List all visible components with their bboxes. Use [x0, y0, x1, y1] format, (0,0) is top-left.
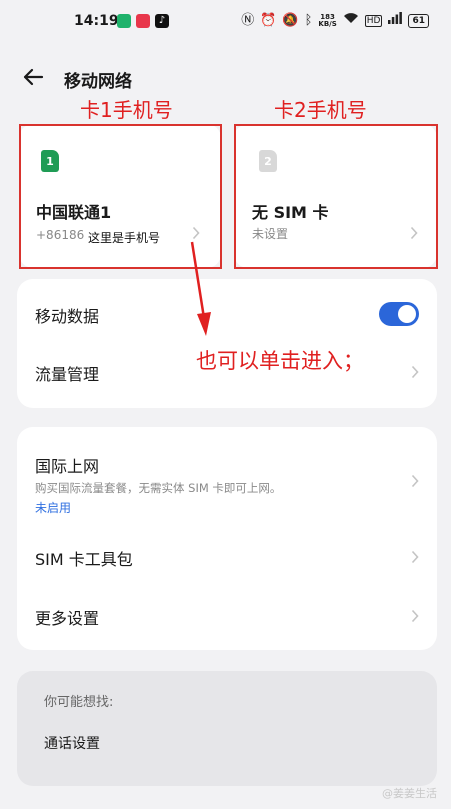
sim-toolkit-row[interactable]: SIM 卡工具包	[17, 527, 437, 587]
sim-toolkit-label: SIM 卡工具包	[35, 550, 133, 569]
watermark: @姜姜生活	[382, 787, 437, 800]
chevron-right-icon	[411, 609, 419, 623]
annotation-arrow-icon	[190, 241, 211, 336]
status-bar: 14:19 ♪ Ⓝ ⏰ 🔕 ᛒ 183 KB/S HD 61	[0, 0, 451, 44]
alarm-icon: ⏰	[260, 12, 277, 28]
battery-icon: 61	[408, 13, 429, 28]
mobile-data-toggle[interactable]	[379, 302, 419, 326]
tiktok-icon: ♪	[155, 14, 169, 28]
annotation-sim2-label: 卡2手机号	[274, 98, 367, 122]
more-settings-row[interactable]: 更多设置	[17, 587, 437, 647]
hd-icon: HD	[364, 14, 383, 27]
signal-icon	[388, 12, 403, 29]
more-settings-label: 更多设置	[35, 609, 100, 628]
status-time: 14:19	[74, 13, 119, 29]
toggle-knob	[398, 305, 416, 323]
mobile-data-label: 移动数据	[35, 307, 100, 326]
international-roaming-desc: 购买国际流量套餐，无需实体 SIM 卡即可上网。	[35, 481, 282, 495]
status-icons: Ⓝ ⏰ 🔕 ᛒ 183 KB/S HD 61	[241, 12, 429, 29]
mute-icon: 🔕	[282, 12, 299, 28]
nfc-icon: Ⓝ	[241, 12, 255, 28]
page-title: 移动网络	[64, 72, 132, 92]
annotation-sim1-label: 卡1手机号	[80, 98, 173, 122]
mobile-data-card: 移动数据 流量管理	[17, 279, 437, 408]
annotation-tap-hint: 也可以单击进入；	[196, 349, 364, 373]
annotation-sim2-box	[234, 124, 438, 269]
suggestion-call-settings[interactable]: 通话设置	[44, 733, 100, 753]
header: 移动网络	[0, 58, 451, 98]
chevron-right-icon	[411, 365, 419, 379]
chevron-right-icon	[411, 474, 419, 488]
services-card: 国际上网 购买国际流量套餐，无需实体 SIM 卡即可上网。 未启用 SIM 卡工…	[17, 427, 437, 650]
annotation-phone-note: 这里是手机号	[88, 229, 161, 246]
notification-app-icon	[136, 14, 150, 28]
suggestions-card: 你可能想找: 通话设置	[17, 671, 437, 786]
suggestions-heading: 你可能想找:	[44, 695, 114, 710]
traffic-management-label: 流量管理	[35, 365, 100, 384]
notification-app-icon	[117, 14, 131, 28]
net-speed: 183 KB/S	[318, 12, 337, 28]
back-arrow-icon[interactable]	[22, 66, 44, 88]
chevron-right-icon	[411, 550, 419, 564]
international-roaming-status: 未启用	[35, 501, 72, 515]
international-roaming-row[interactable]: 国际上网 购买国际流量套餐，无需实体 SIM 卡即可上网。 未启用	[17, 427, 437, 527]
mobile-data-row[interactable]: 移动数据	[17, 279, 437, 345]
international-roaming-label: 国际上网	[35, 457, 100, 476]
wifi-icon	[343, 12, 359, 29]
bluetooth-icon: ᛒ	[304, 12, 313, 28]
